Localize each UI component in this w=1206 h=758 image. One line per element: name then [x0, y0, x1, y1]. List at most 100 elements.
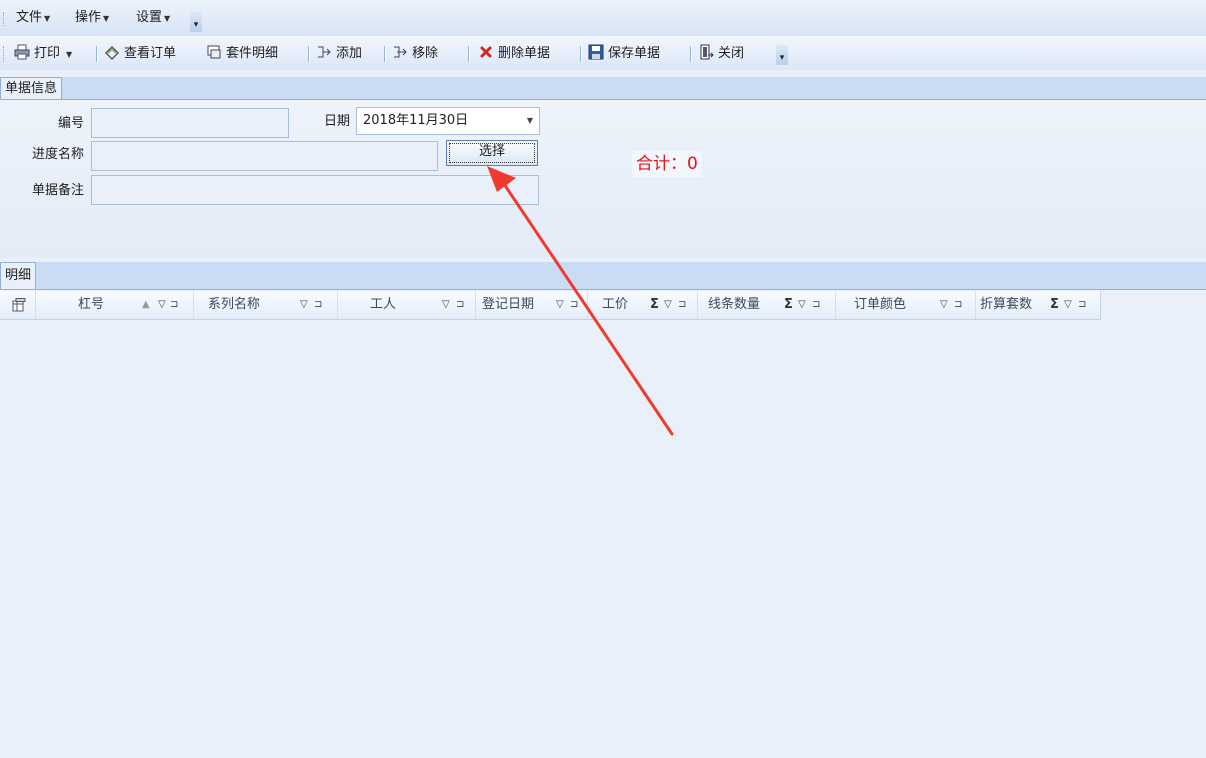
pin-icon[interactable]: ⊐	[170, 291, 178, 319]
column-chooser[interactable]	[0, 291, 36, 319]
remove-button[interactable]: 移除	[392, 44, 438, 62]
menu-settings-caret-icon: ▼	[164, 14, 171, 23]
view-order-button[interactable]: 查看订单	[104, 44, 176, 62]
progress-name-label: 进度名称	[31, 147, 84, 162]
tab-doc-info[interactable]: 单据信息	[0, 77, 63, 99]
progress-name-input[interactable]	[92, 142, 437, 170]
toolbar-separator	[580, 46, 582, 62]
menu-settings[interactable]: 设置 ▼	[136, 9, 170, 27]
column-title: 订单颜色	[854, 297, 907, 312]
menu-overflow-icon[interactable]: ▾	[190, 12, 202, 32]
toolbar-separator	[308, 46, 310, 62]
column-header-line-count[interactable]: 线条数量 Σ ▽ ⊐	[698, 291, 836, 319]
filter-icon[interactable]: ▽	[300, 291, 308, 319]
column-header-worker[interactable]: 工人 ▽ ⊐	[338, 291, 476, 319]
view-order-icon	[105, 46, 119, 60]
remark-label: 单据备注	[31, 183, 84, 198]
number-field[interactable]	[91, 108, 289, 138]
sum-icon[interactable]: Σ	[650, 291, 659, 319]
remark-input[interactable]	[92, 176, 538, 204]
column-header-converted-sets[interactable]: 折算套数 Σ ▽ ⊐	[976, 291, 1100, 319]
doc-info-tabstrip: 单据信息	[0, 77, 1206, 100]
column-title: 杠号	[78, 297, 105, 312]
kit-detail-icon	[207, 45, 221, 59]
pin-icon[interactable]: ⊐	[314, 291, 322, 319]
save-document-button[interactable]: 保存单据	[588, 44, 660, 62]
column-chooser-icon	[12, 298, 26, 312]
number-label: 编号	[57, 116, 84, 131]
add-label: 添加	[336, 46, 363, 61]
tab-detail[interactable]: 明细	[0, 262, 37, 289]
delete-document-button[interactable]: 删除单据	[478, 44, 550, 62]
column-header-series-name[interactable]: 系列名称 ▽ ⊐	[194, 291, 338, 319]
pin-icon[interactable]: ⊐	[456, 291, 464, 319]
filter-icon[interactable]: ▽	[798, 291, 806, 319]
filter-icon[interactable]: ▽	[158, 291, 166, 319]
sort-asc-icon[interactable]: ▲	[142, 291, 150, 319]
column-title: 登记日期	[482, 297, 535, 312]
total-label: 合计：0	[632, 151, 702, 177]
remark-field[interactable]	[91, 175, 539, 205]
menu-file-caret-icon: ▼	[44, 14, 51, 23]
add-row-icon	[318, 46, 331, 58]
print-button[interactable]: 打印 ▼	[14, 44, 72, 62]
pin-icon[interactable]: ⊐	[1078, 291, 1086, 319]
menu-operation-caret-icon: ▼	[103, 14, 110, 23]
pin-icon[interactable]: ⊐	[812, 291, 820, 319]
toolbar-overflow-icon[interactable]: ▾	[776, 45, 788, 65]
column-header-wage[interactable]: 工价 Σ ▽ ⊐	[588, 291, 698, 319]
kit-detail-button[interactable]: 套件明细	[206, 44, 278, 62]
progress-name-field[interactable]	[91, 141, 438, 171]
menu-settings-label: 设置	[136, 10, 163, 25]
detail-grid-body[interactable]	[0, 320, 1206, 758]
select-button-label: 选择	[478, 144, 505, 159]
toolbar-separator	[690, 46, 692, 62]
number-input[interactable]	[92, 109, 288, 137]
column-title: 系列名称	[208, 297, 261, 312]
filter-icon[interactable]: ▽	[1064, 291, 1072, 319]
date-picker[interactable]: 2018年11月30日 ▼	[356, 107, 540, 135]
print-dropdown-icon[interactable]: ▼	[66, 50, 72, 59]
column-header-register-date[interactable]: 登记日期 ▽ ⊐	[476, 291, 588, 319]
toolbar: 打印 ▼ 查看订单 套件明细 添加 移除 删除单据 保存单据 关闭 ▾	[0, 36, 1206, 70]
delete-icon	[480, 46, 492, 58]
menu-grip[interactable]	[3, 12, 7, 26]
sum-icon[interactable]: Σ	[1050, 291, 1059, 319]
date-dropdown-icon[interactable]: ▼	[527, 108, 533, 134]
remove-label: 移除	[412, 46, 439, 61]
delete-document-label: 删除单据	[498, 46, 551, 61]
column-header-bar-no[interactable]: 杠号 ▲ ▽ ⊐	[36, 291, 194, 319]
date-value: 2018年11月30日	[363, 113, 469, 128]
menu-file[interactable]: 文件 ▼	[16, 9, 50, 27]
menu-operation-label: 操作	[75, 10, 102, 25]
date-label: 日期	[323, 114, 350, 129]
toolbar-grip[interactable]	[3, 46, 7, 62]
save-document-label: 保存单据	[608, 46, 661, 61]
pin-icon[interactable]: ⊐	[954, 291, 962, 319]
toolbar-separator	[96, 46, 98, 62]
sum-icon[interactable]: Σ	[784, 291, 793, 319]
printer-icon	[14, 44, 30, 60]
column-title: 工价	[602, 297, 629, 312]
remove-row-icon	[394, 46, 407, 58]
pin-icon[interactable]: ⊐	[570, 291, 578, 319]
detail-grid-header: 杠号 ▲ ▽ ⊐ 系列名称 ▽ ⊐ 工人 ▽ ⊐ 登记日期 ▽ ⊐ 工价 Σ ▽…	[0, 291, 1101, 320]
filter-icon[interactable]: ▽	[664, 291, 672, 319]
column-header-order-color[interactable]: 订单颜色 ▽ ⊐	[836, 291, 976, 319]
detail-tabstrip: 明细	[0, 262, 1206, 290]
kit-detail-label: 套件明细	[226, 46, 279, 61]
menu-operation[interactable]: 操作 ▼	[75, 9, 109, 27]
menu-bar: 文件 ▼ 操作 ▼ 设置 ▼ ▾	[0, 0, 1206, 36]
column-title: 折算套数	[980, 297, 1033, 312]
view-order-label: 查看订单	[124, 46, 177, 61]
column-title: 工人	[370, 297, 397, 312]
filter-icon[interactable]: ▽	[940, 291, 948, 319]
select-button[interactable]: 选择	[446, 140, 538, 166]
add-button[interactable]: 添加	[316, 44, 362, 62]
toolbar-separator	[468, 46, 470, 62]
close-button[interactable]: 关闭	[698, 44, 744, 62]
pin-icon[interactable]: ⊐	[678, 291, 686, 319]
filter-icon[interactable]: ▽	[556, 291, 564, 319]
close-label: 关闭	[718, 46, 745, 61]
filter-icon[interactable]: ▽	[442, 291, 450, 319]
